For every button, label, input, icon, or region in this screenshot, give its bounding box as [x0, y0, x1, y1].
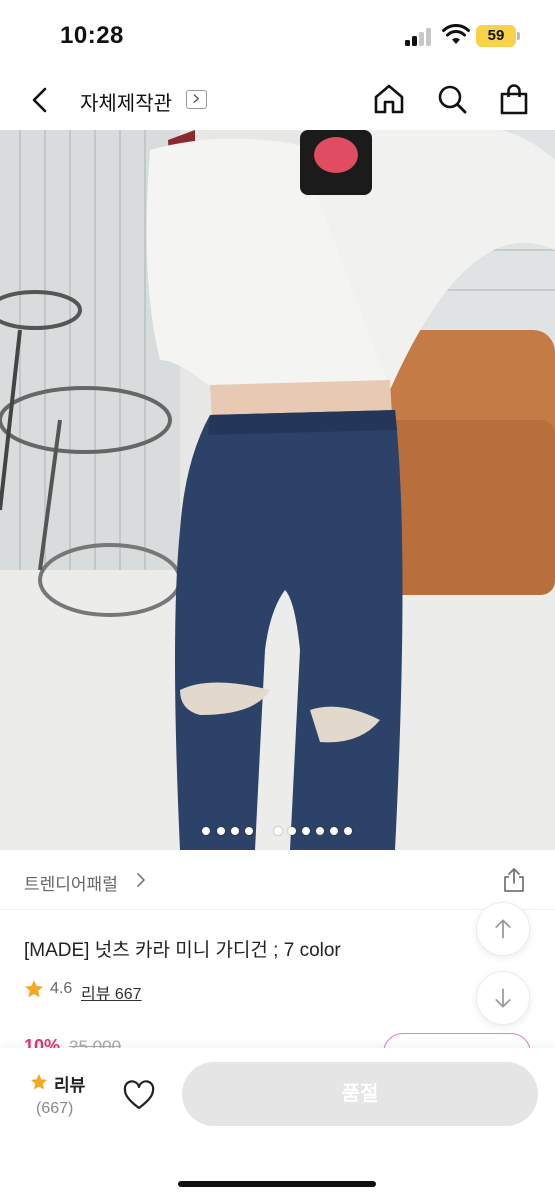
carousel-dot[interactable] — [302, 827, 310, 835]
star-icon — [25, 980, 43, 998]
carousel-dot[interactable] — [274, 827, 282, 835]
nav-bar: 자체제작관 — [0, 70, 555, 130]
carousel-dot[interactable] — [202, 827, 210, 835]
carousel-dot[interactable] — [245, 827, 253, 835]
carousel-dot[interactable] — [330, 827, 338, 835]
star-icon — [30, 1073, 48, 1090]
scroll-up-button[interactable] — [476, 902, 530, 956]
carousel-dot[interactable] — [217, 827, 225, 835]
battery-indicator: 59 — [476, 25, 516, 47]
shop-row[interactable]: 트렌디어패럴 — [0, 850, 555, 910]
carousel-dot[interactable] — [316, 827, 324, 835]
chevron-right-icon[interactable] — [134, 872, 148, 888]
back-icon[interactable] — [22, 82, 58, 118]
title-chevron-button[interactable] — [186, 90, 207, 109]
shop-name[interactable]: 트렌디어패럴 — [24, 870, 118, 895]
bottom-action-bar: 리뷰 (667) 품절 — [0, 1048, 555, 1200]
search-icon[interactable] — [435, 82, 469, 116]
wifi-icon — [442, 24, 470, 44]
arrow-up-icon — [495, 919, 511, 939]
bag-icon[interactable] — [497, 82, 531, 116]
product-image[interactable] — [0, 130, 555, 850]
home-icon[interactable] — [372, 82, 406, 116]
cellular-signal-icon — [405, 28, 435, 46]
review-link[interactable]: 리뷰 667 — [81, 980, 142, 1004]
bottom-review-count[interactable]: (667) — [36, 1100, 73, 1118]
heart-icon[interactable] — [122, 1080, 156, 1112]
carousel-dot[interactable] — [344, 827, 352, 835]
arrow-down-icon — [495, 988, 511, 1008]
bottom-review-label[interactable]: 리뷰 — [54, 1071, 85, 1096]
page-title[interactable]: 자체제작관 — [80, 87, 172, 116]
soldout-button[interactable]: 품절 — [182, 1062, 538, 1126]
scroll-down-button[interactable] — [476, 971, 530, 1025]
status-bar: 10:28 59 — [0, 0, 555, 70]
battery-cap — [517, 32, 520, 40]
product-name: [MADE] 넛츠 카라 미니 가디건 ; 7 color — [24, 940, 341, 961]
home-indicator — [178, 1181, 376, 1187]
carousel-dot[interactable] — [288, 827, 296, 835]
carousel-dots — [0, 827, 555, 837]
product-photo — [0, 130, 555, 850]
chevron-right-icon — [193, 94, 199, 103]
rating-value: 4.6 — [50, 980, 73, 997]
status-time: 10:28 — [60, 22, 124, 49]
carousel-dot[interactable] — [231, 827, 239, 835]
share-icon[interactable] — [500, 866, 528, 894]
